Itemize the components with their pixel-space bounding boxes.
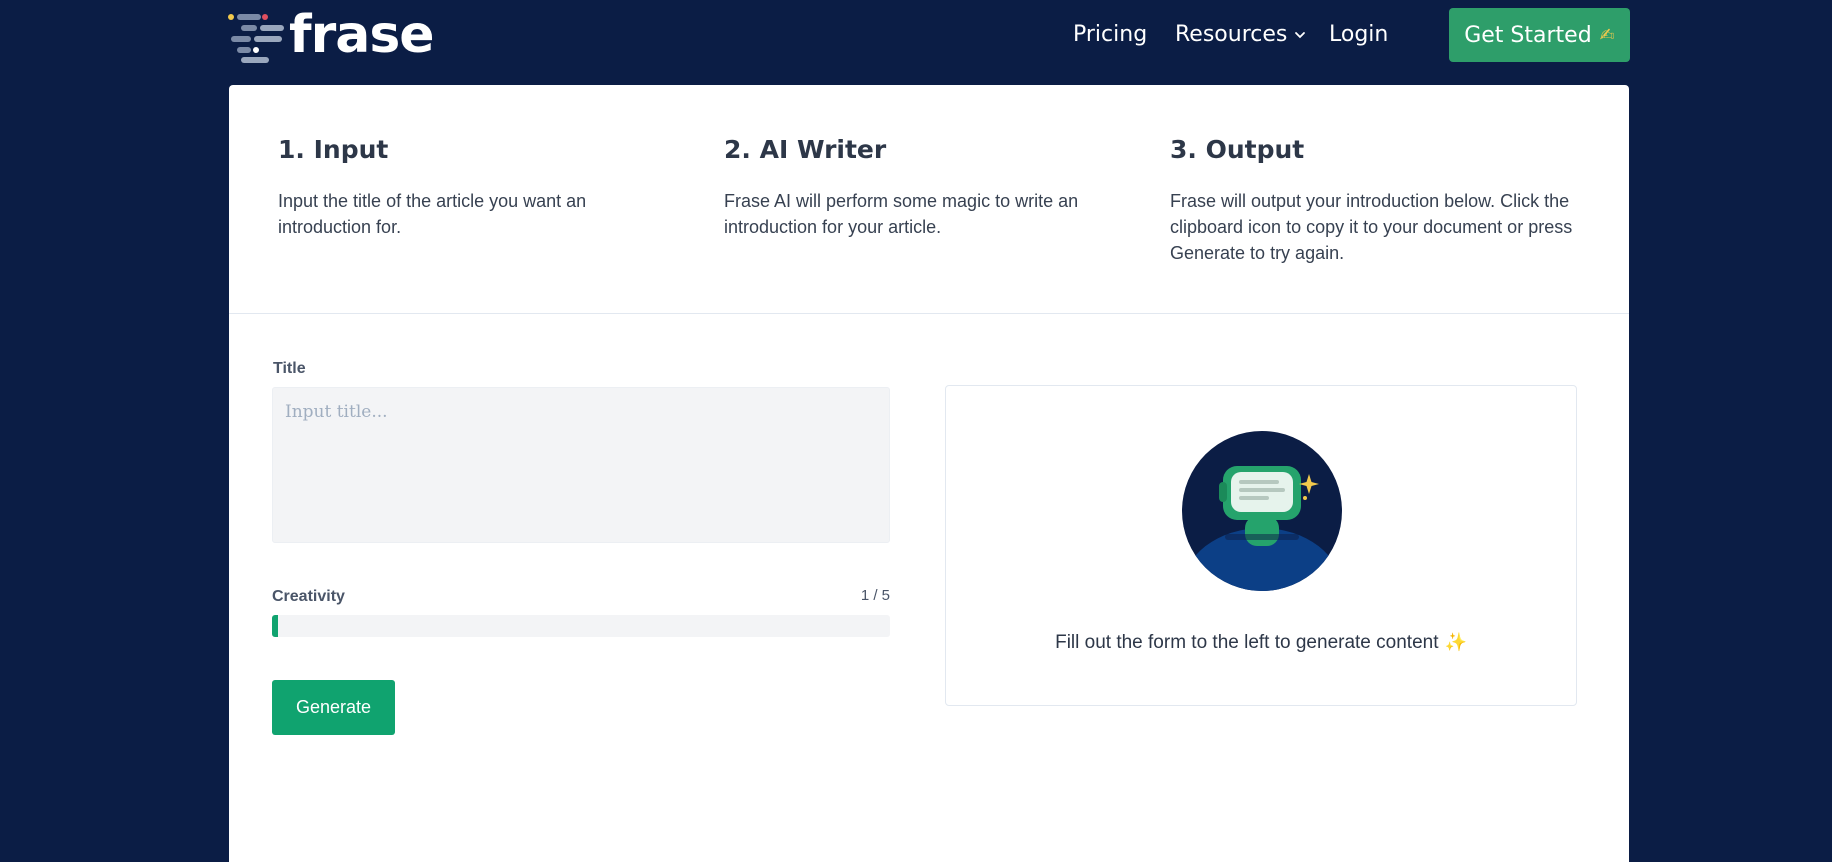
tool-card: 1. Input Input the title of the article … [229, 85, 1629, 862]
step-description: Frase AI will perform some magic to writ… [724, 191, 1079, 237]
step-description: Frase will output your introduction belo… [1170, 191, 1573, 263]
step-output: 3. Output Frase will output your introdu… [1170, 135, 1572, 266]
creativity-label: Creativity [272, 588, 345, 605]
step-title: 1. Input [278, 135, 389, 164]
output-message-text: Fill out the form to the left to generat… [1055, 632, 1439, 653]
step-input: 1. Input Input the title of the article … [278, 135, 678, 240]
robot-icon [1182, 431, 1342, 591]
get-started-label: Get Started [1464, 22, 1592, 48]
steps-section: 1. Input Input the title of the article … [229, 85, 1629, 314]
nav-pricing[interactable]: Pricing [1073, 22, 1147, 47]
brand-name: frase [289, 5, 435, 65]
output-panel: Fill out the form to the left to generat… [945, 385, 1577, 706]
creativity-slider-fill [272, 615, 279, 637]
output-message: Fill out the form to the left to generat… [946, 632, 1576, 654]
step-ai-writer: 2. AI Writer Frase AI will perform some … [724, 135, 1124, 240]
title-label: Title [273, 360, 306, 377]
site-header: frase Pricing Resources Login Get Starte… [0, 0, 1832, 85]
creativity-value: 1 / 5 [860, 587, 890, 604]
nav-resources[interactable]: Resources [1175, 22, 1307, 47]
title-input[interactable] [272, 387, 890, 543]
sparkles-icon: ✨ [1444, 632, 1467, 652]
creativity-slider[interactable] [272, 615, 890, 637]
step-title: 2. AI Writer [724, 135, 887, 164]
get-started-button[interactable]: Get Started ✍ [1449, 8, 1630, 62]
chevron-down-icon [1295, 32, 1306, 39]
step-title: 3. Output [1170, 135, 1305, 164]
step-description: Input the title of the article you want … [278, 191, 587, 237]
generate-button[interactable]: Generate [272, 680, 395, 735]
nav-resources-label: Resources [1175, 22, 1288, 47]
nav-login[interactable]: Login [1329, 22, 1388, 47]
frase-logo-icon [228, 14, 284, 63]
writing-hand-icon: ✍ [1599, 24, 1615, 46]
frase-logo[interactable]: frase [227, 5, 435, 65]
